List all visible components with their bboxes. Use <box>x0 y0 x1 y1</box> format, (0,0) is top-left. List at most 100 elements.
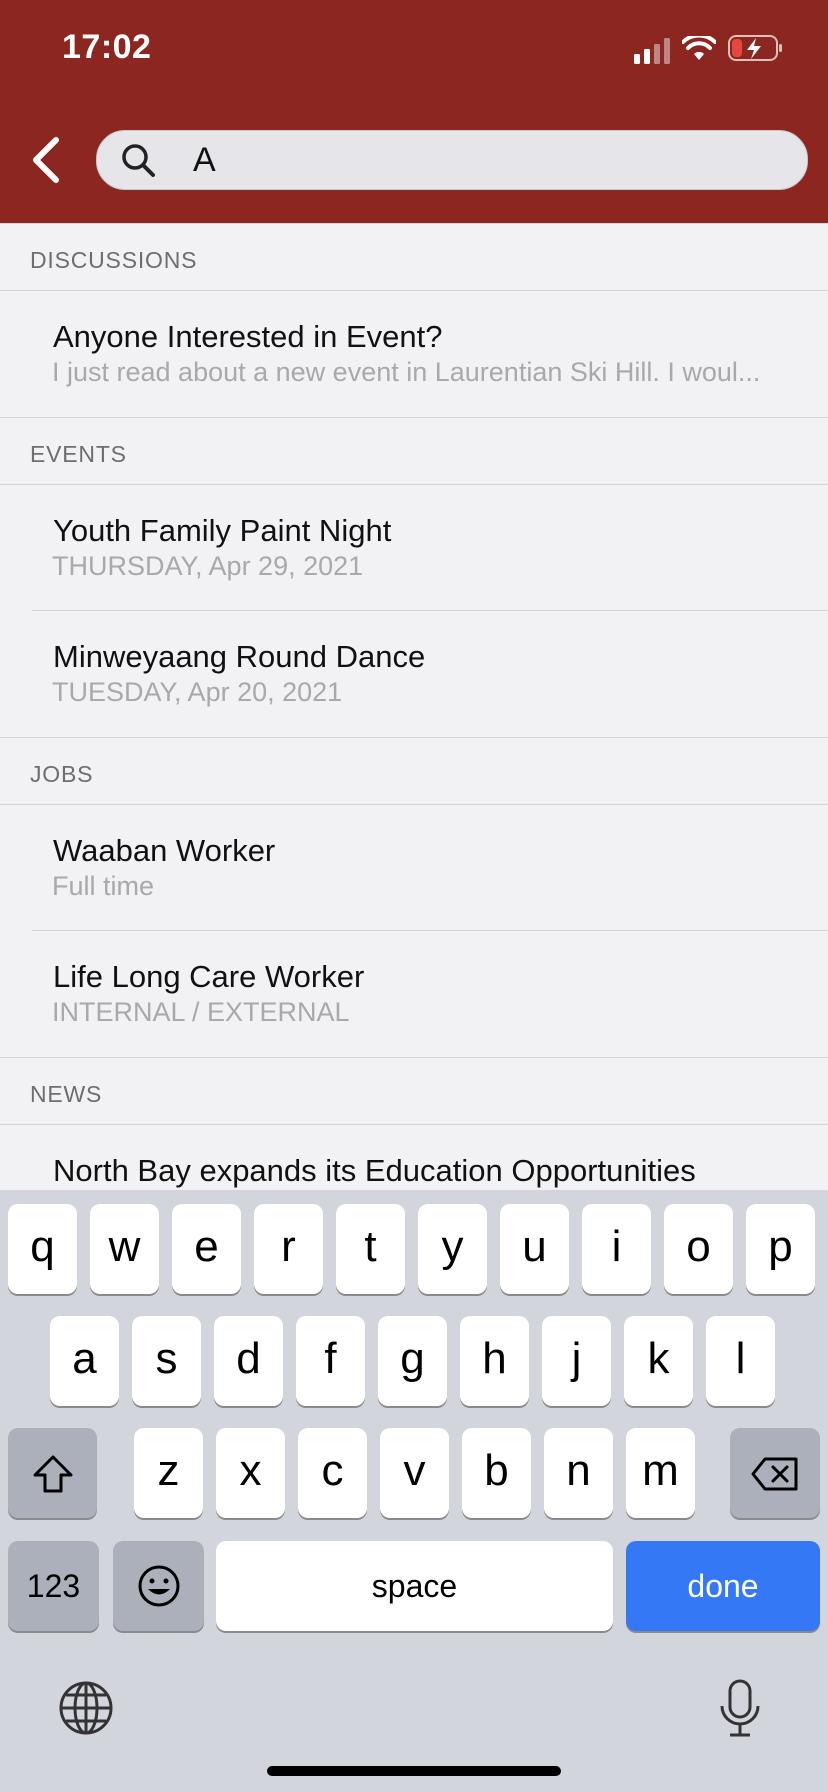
key-p[interactable]: p <box>746 1204 815 1294</box>
status-time: 17:02 <box>62 28 152 66</box>
key-w[interactable]: w <box>90 1204 159 1294</box>
key-label: l <box>735 1334 746 1383</box>
done-key[interactable]: done <box>626 1541 820 1631</box>
key-u[interactable]: u <box>500 1204 569 1294</box>
signal-icon <box>634 38 670 64</box>
list-item[interactable]: Anyone Interested in Event? I just read … <box>0 291 828 417</box>
dictation-button[interactable] <box>718 1678 762 1740</box>
key-label: n <box>566 1446 591 1495</box>
key-label: w <box>108 1222 141 1271</box>
search-bar[interactable] <box>96 130 808 190</box>
key-label: f <box>324 1334 337 1383</box>
emoji-key[interactable] <box>113 1541 204 1631</box>
key-label: u <box>522 1222 547 1271</box>
key-label: p <box>768 1222 793 1271</box>
key-i[interactable]: i <box>582 1204 651 1294</box>
globe-button[interactable] <box>58 1680 114 1736</box>
back-chevron-icon <box>33 137 59 183</box>
delete-key[interactable] <box>730 1428 820 1518</box>
search-input[interactable] <box>193 139 773 181</box>
item-title: Anyone Interested in Event? <box>53 319 443 354</box>
key-e[interactable]: e <box>172 1204 241 1294</box>
search-results-list: DISCUSSIONS Anyone Interested in Event? … <box>0 223 828 1190</box>
key-label: e <box>194 1222 219 1271</box>
list-item[interactable]: Life Long Care Worker INTERNAL / EXTERNA… <box>0 931 828 1057</box>
section-header-label: EVENTS <box>30 441 127 467</box>
section-header-jobs: JOBS <box>0 737 828 805</box>
home-indicator <box>267 1766 561 1776</box>
key-label: j <box>571 1334 582 1383</box>
numbers-key-label: 123 <box>26 1568 81 1604</box>
key-z[interactable]: z <box>134 1428 203 1518</box>
key-label: g <box>400 1334 425 1383</box>
key-a[interactable]: a <box>50 1316 119 1406</box>
key-label: z <box>157 1446 180 1495</box>
key-n[interactable]: n <box>544 1428 613 1518</box>
key-f[interactable]: f <box>296 1316 365 1406</box>
item-subtitle: Full time <box>52 871 155 901</box>
key-y[interactable]: y <box>418 1204 487 1294</box>
key-label: v <box>403 1446 426 1495</box>
list-item[interactable]: Youth Family Paint Night THURSDAY, Apr 2… <box>0 485 828 611</box>
key-label: h <box>482 1334 507 1383</box>
section-header-label: JOBS <box>30 761 94 787</box>
item-subtitle: THURSDAY, Apr 29, 2021 <box>52 551 364 581</box>
item-title: North Bay expands its Education Opportun… <box>53 1153 696 1188</box>
space-key[interactable]: space <box>216 1541 613 1631</box>
status-icons <box>634 34 794 64</box>
item-subtitle: I just read about a new event in Laurent… <box>52 357 761 387</box>
item-title: Waaban Worker <box>53 833 276 868</box>
list-item[interactable]: Waaban Worker Full time <box>0 805 828 931</box>
key-o[interactable]: o <box>664 1204 733 1294</box>
key-r[interactable]: r <box>254 1204 323 1294</box>
key-l[interactable]: l <box>706 1316 775 1406</box>
done-key-label: done <box>687 1568 759 1604</box>
search-icon <box>122 144 155 177</box>
shift-key[interactable] <box>8 1428 97 1518</box>
key-label: x <box>239 1446 262 1495</box>
key-label: i <box>611 1222 622 1271</box>
key-label: q <box>30 1222 55 1271</box>
key-label: r <box>281 1222 296 1271</box>
key-label: k <box>647 1334 670 1383</box>
key-label: s <box>155 1334 178 1383</box>
emoji-icon <box>138 1565 179 1607</box>
section-header-discussions: DISCUSSIONS <box>0 223 828 291</box>
key-k[interactable]: k <box>624 1316 693 1406</box>
key-g[interactable]: g <box>378 1316 447 1406</box>
key-label: o <box>686 1222 711 1271</box>
key-t[interactable]: t <box>336 1204 405 1294</box>
app-header: 17:02 <box>0 0 828 223</box>
key-label: c <box>321 1446 344 1495</box>
item-subtitle: TUESDAY, Apr 20, 2021 <box>52 677 343 707</box>
section-header-label: NEWS <box>30 1081 103 1107</box>
battery-charging-icon <box>728 35 782 61</box>
key-label: d <box>236 1334 261 1383</box>
wifi-icon <box>682 36 716 60</box>
key-v[interactable]: v <box>380 1428 449 1518</box>
shift-icon <box>33 1455 72 1493</box>
key-label: a <box>72 1334 97 1383</box>
microphone-icon <box>720 1679 760 1737</box>
key-d[interactable]: d <box>214 1316 283 1406</box>
section-header-news: NEWS <box>0 1057 828 1125</box>
globe-icon <box>59 1681 113 1735</box>
list-item[interactable]: North Bay expands its Education Opportun… <box>0 1125 828 1190</box>
key-c[interactable]: c <box>298 1428 367 1518</box>
list-item[interactable]: Minweyaang Round Dance TUESDAY, Apr 20, … <box>0 611 828 737</box>
key-q[interactable]: q <box>8 1204 77 1294</box>
keyboard: q w e r t y u i o p a s d f g h j k l z x c v b n m 123 space d… <box>0 1190 828 1792</box>
key-label: t <box>364 1222 377 1271</box>
key-h[interactable]: h <box>460 1316 529 1406</box>
item-title: Youth Family Paint Night <box>53 513 392 548</box>
key-x[interactable]: x <box>216 1428 285 1518</box>
space-key-label: space <box>371 1568 458 1604</box>
section-header-events: EVENTS <box>0 417 828 485</box>
back-button[interactable] <box>26 132 76 190</box>
key-m[interactable]: m <box>626 1428 695 1518</box>
key-b[interactable]: b <box>462 1428 531 1518</box>
key-s[interactable]: s <box>132 1316 201 1406</box>
numbers-key[interactable]: 123 <box>8 1541 99 1631</box>
key-label: y <box>441 1222 464 1271</box>
key-j[interactable]: j <box>542 1316 611 1406</box>
